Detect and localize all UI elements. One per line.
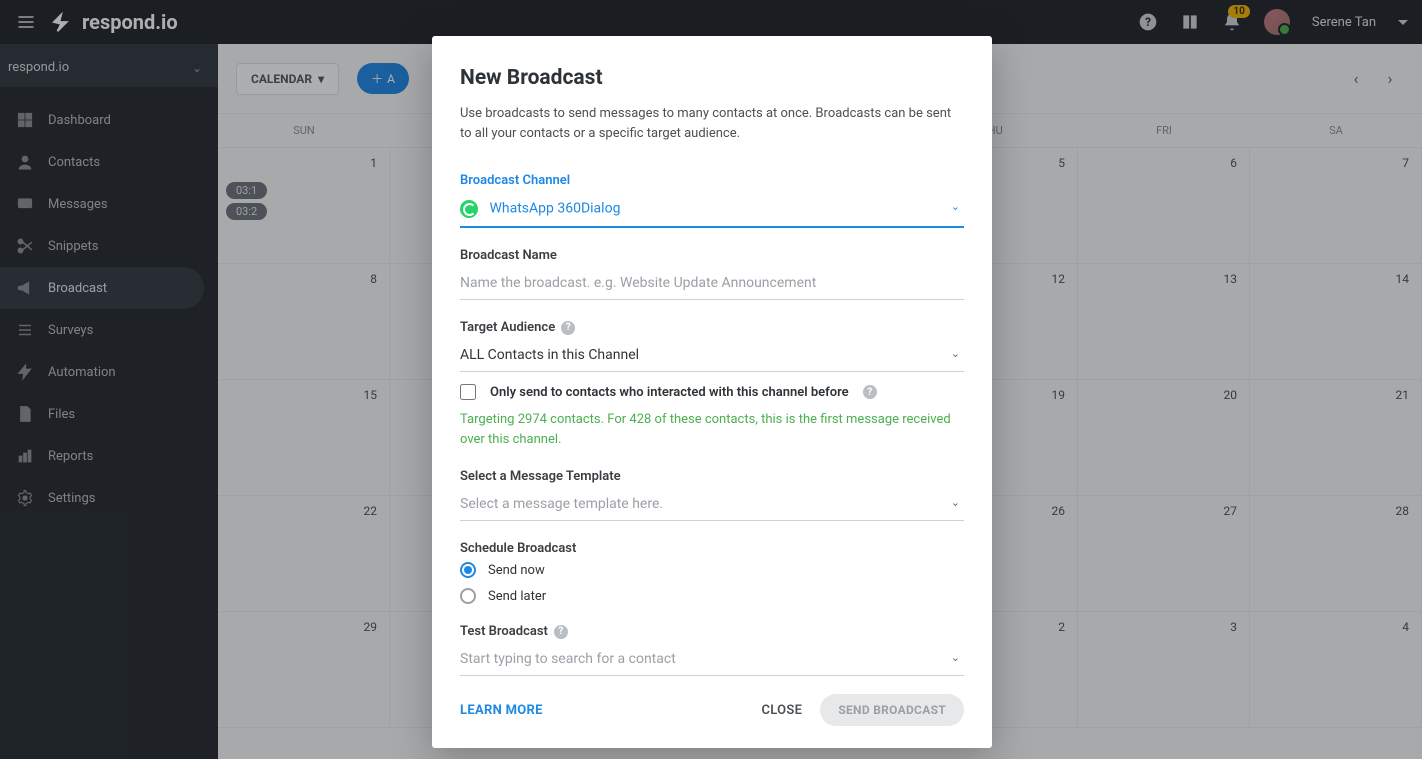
- radio-icon: [460, 588, 476, 604]
- whatsapp-icon: [460, 200, 478, 218]
- modal-footer: LEARN MORE CLOSE SEND BROADCAST: [432, 680, 992, 748]
- audience-label-text: Target Audience: [460, 320, 555, 335]
- send-later-option[interactable]: Send later: [460, 588, 964, 604]
- close-button[interactable]: CLOSE: [761, 703, 802, 718]
- send-broadcast-button[interactable]: SEND BROADCAST: [820, 694, 964, 726]
- radio-icon: [460, 562, 476, 578]
- broadcast-name-input[interactable]: [460, 269, 964, 300]
- new-broadcast-modal: New Broadcast Use broadcasts to send mes…: [432, 36, 992, 748]
- audience-label: Target Audience?: [460, 320, 964, 335]
- channel-value: WhatsApp 360Dialog: [489, 201, 620, 217]
- test-label-text: Test Broadcast: [460, 624, 548, 639]
- chevron-down-icon: ⌄: [951, 496, 960, 509]
- help-icon[interactable]: ?: [554, 625, 568, 639]
- send-now-label: Send now: [488, 563, 545, 578]
- send-now-option[interactable]: Send now: [460, 562, 964, 578]
- only-interacted-checkbox[interactable]: [460, 384, 476, 400]
- audience-select[interactable]: ALL Contacts in this Channel ⌄: [460, 341, 964, 372]
- schedule-label: Schedule Broadcast: [460, 541, 964, 556]
- chevron-down-icon: ⌄: [951, 347, 960, 360]
- test-label: Test Broadcast?: [460, 624, 964, 639]
- only-interacted-label: Only send to contacts who interacted wit…: [490, 385, 849, 400]
- audience-value: ALL Contacts in this Channel: [460, 347, 639, 363]
- template-select[interactable]: Select a message template here. ⌄: [460, 490, 964, 521]
- modal-title: New Broadcast: [460, 66, 964, 90]
- help-icon[interactable]: ?: [863, 385, 877, 399]
- chevron-down-icon: ⌄: [951, 200, 960, 213]
- modal-description: Use broadcasts to send messages to many …: [460, 104, 964, 143]
- template-label: Select a Message Template: [460, 469, 964, 484]
- name-label: Broadcast Name: [460, 248, 964, 263]
- channel-select[interactable]: WhatsApp 360Dialog ⌄: [460, 194, 964, 228]
- help-icon[interactable]: ?: [561, 321, 575, 335]
- chevron-down-icon: ⌄: [951, 651, 960, 664]
- template-placeholder: Select a message template here.: [460, 496, 663, 512]
- channel-label: Broadcast Channel: [460, 173, 964, 188]
- learn-more-link[interactable]: LEARN MORE: [460, 703, 543, 718]
- targeting-note: Targeting 2974 contacts. For 428 of thes…: [460, 410, 964, 449]
- test-placeholder: Start typing to search for a contact: [460, 651, 676, 667]
- test-contact-select[interactable]: Start typing to search for a contact ⌄: [460, 645, 964, 676]
- send-later-label: Send later: [488, 589, 546, 604]
